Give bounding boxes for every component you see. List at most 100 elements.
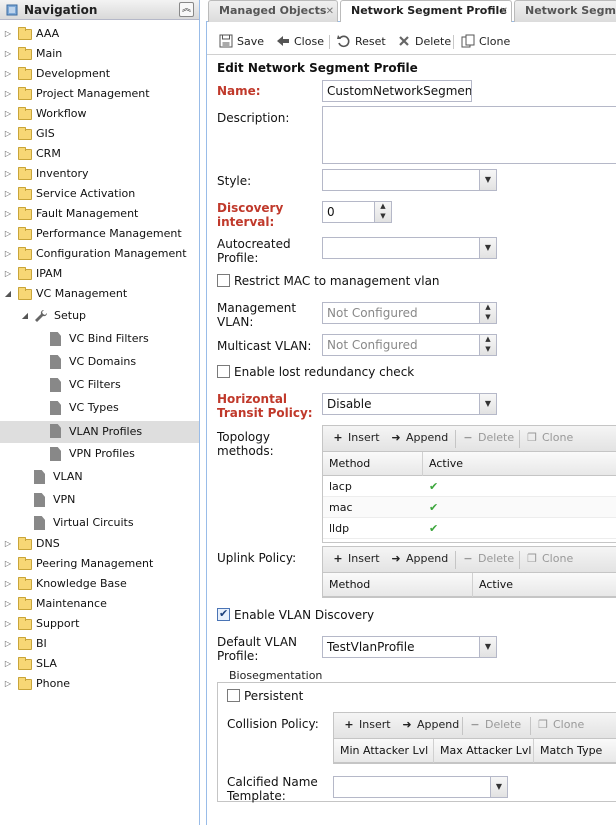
delete-button[interactable]: Delete xyxy=(397,33,451,51)
nav-item-inventory[interactable]: ▷ Inventory xyxy=(0,164,199,184)
column-header-min-attacker-lvl[interactable]: Min Attacker Lvl xyxy=(334,739,434,763)
close-icon[interactable]: ✕ xyxy=(326,2,334,22)
nav-item-dns[interactable]: ▷ DNS xyxy=(0,534,199,554)
expand-arrow-icon[interactable]: ▷ xyxy=(3,574,13,594)
nav-item-vlan-profiles[interactable]: VLAN Profiles xyxy=(0,421,199,443)
spinner-arrows[interactable]: ▲ ▼ xyxy=(479,303,496,323)
spin-down-icon[interactable]: ▼ xyxy=(480,345,496,355)
nav-item-phone[interactable]: ▷ Phone xyxy=(0,674,199,694)
nav-item-sla[interactable]: ▷ SLA xyxy=(0,654,199,674)
nav-item-setup[interactable]: ◢ Setup xyxy=(0,306,199,326)
default-vlan-profile-combo[interactable]: TestVlanProfile ▼ xyxy=(322,636,497,658)
chevron-down-icon[interactable]: ▼ xyxy=(490,777,507,797)
nav-item-vc-types[interactable]: VC Types xyxy=(0,398,199,418)
checkbox-box[interactable] xyxy=(217,365,230,378)
nav-item-bi[interactable]: ▷ BI xyxy=(0,634,199,654)
column-header-max-attacker-lvl[interactable]: Max Attacker Lvl xyxy=(434,739,534,763)
expand-arrow-icon[interactable]: ▷ xyxy=(3,594,13,614)
spin-up-icon[interactable]: ▲ xyxy=(480,303,496,313)
nav-item-vlan[interactable]: VLAN xyxy=(0,467,199,487)
expand-arrow-icon[interactable]: ▷ xyxy=(3,264,13,284)
insert-button[interactable]: + Insert xyxy=(331,552,379,566)
column-header-method[interactable]: Method xyxy=(323,452,423,476)
close-icon[interactable]: ✕ xyxy=(500,2,508,22)
nav-item-development[interactable]: ▷ Development xyxy=(0,64,199,84)
collapse-navigation-button[interactable]: ︽ xyxy=(179,2,194,17)
expand-arrow-icon[interactable]: ▷ xyxy=(3,674,13,694)
nav-item-vc-bind-filters[interactable]: VC Bind Filters xyxy=(0,329,199,349)
tab-network-segment[interactable]: Network Segme xyxy=(514,0,616,22)
expand-arrow-icon[interactable]: ▷ xyxy=(3,654,13,674)
expand-arrow-icon[interactable]: ▷ xyxy=(3,614,13,634)
expand-arrow-icon[interactable]: ▷ xyxy=(3,534,13,554)
nav-item-configuration-management[interactable]: ▷ Configuration Management xyxy=(0,244,199,264)
checkbox-box[interactable] xyxy=(217,274,230,287)
nav-item-vc-domains[interactable]: VC Domains xyxy=(0,352,199,372)
nav-item-crm[interactable]: ▷ CRM xyxy=(0,144,199,164)
table-row[interactable]: mac ✔ xyxy=(323,497,616,518)
column-header-active[interactable]: Active xyxy=(423,452,616,476)
management-vlan-spinner[interactable]: Not Configured ▲ ▼ xyxy=(322,302,497,324)
nav-item-project-management[interactable]: ▷ Project Management xyxy=(0,84,199,104)
expand-arrow-icon[interactable]: ▷ xyxy=(3,244,13,264)
expand-arrow-icon[interactable]: ▷ xyxy=(3,84,13,104)
delete-row-button[interactable]: − Delete xyxy=(461,552,514,566)
reset-button[interactable]: Reset xyxy=(337,33,386,51)
save-button[interactable]: Save xyxy=(219,33,264,51)
insert-button[interactable]: + Insert xyxy=(342,718,390,732)
tab-managed-objects[interactable]: Managed Objects ✕ xyxy=(208,0,338,22)
expand-arrow-icon[interactable]: ▷ xyxy=(3,44,13,64)
restrict-mac-checkbox[interactable]: Restrict MAC to management vlan xyxy=(217,274,440,290)
spinner-arrows[interactable]: ▲ ▼ xyxy=(479,335,496,355)
nav-item-vc-management[interactable]: ◢ VC Management xyxy=(0,284,199,304)
expand-arrow-icon[interactable]: ▷ xyxy=(3,64,13,84)
chevron-down-icon[interactable]: ▼ xyxy=(479,170,496,190)
nav-item-fault-management[interactable]: ▷ Fault Management xyxy=(0,204,199,224)
clone-row-button[interactable]: ❐ Clone xyxy=(525,431,573,445)
nav-item-gis[interactable]: ▷ GIS xyxy=(0,124,199,144)
clone-button[interactable]: Clone xyxy=(461,33,510,51)
spin-up-icon[interactable]: ▲ xyxy=(375,202,391,212)
nav-item-ipam[interactable]: ▷ IPAM xyxy=(0,264,199,284)
description-textarea[interactable] xyxy=(322,106,616,164)
nav-item-peering-management[interactable]: ▷ Peering Management xyxy=(0,554,199,574)
multicast-vlan-spinner[interactable]: Not Configured ▲ ▼ xyxy=(322,334,497,356)
spin-up-icon[interactable]: ▲ xyxy=(480,335,496,345)
nav-item-knowledge-base[interactable]: ▷ Knowledge Base xyxy=(0,574,199,594)
spinner-arrows[interactable]: ▲ ▼ xyxy=(374,202,391,222)
column-header-match-type[interactable]: Match Type xyxy=(534,739,616,763)
checkbox-box[interactable] xyxy=(227,689,240,702)
expand-arrow-icon[interactable]: ▷ xyxy=(3,164,13,184)
expand-arrow-icon[interactable]: ▷ xyxy=(3,24,13,44)
append-button[interactable]: ➜ Append xyxy=(400,718,459,732)
lost-redundancy-checkbox[interactable]: Enable lost redundancy check xyxy=(217,365,414,381)
horizontal-transit-policy-combo[interactable]: Disable ▼ xyxy=(322,393,497,415)
expand-arrow-icon[interactable]: ▷ xyxy=(3,124,13,144)
nav-item-vpn[interactable]: VPN xyxy=(0,490,199,510)
discovery-interval-spinner[interactable]: 0 ▲ ▼ xyxy=(322,201,392,223)
spin-down-icon[interactable]: ▼ xyxy=(375,212,391,222)
table-row[interactable]: lacp ✔ xyxy=(323,476,616,497)
column-header-active[interactable]: Active xyxy=(473,573,616,597)
chevron-down-icon[interactable]: ▼ xyxy=(479,637,496,657)
autocreated-profile-combo[interactable]: ▼ xyxy=(322,237,497,259)
clone-row-button[interactable]: ❐ Clone xyxy=(525,552,573,566)
nav-item-performance-management[interactable]: ▷ Performance Management xyxy=(0,224,199,244)
expand-arrow-icon[interactable]: ▷ xyxy=(3,634,13,654)
append-button[interactable]: ➜ Append xyxy=(389,552,448,566)
expand-arrow-icon[interactable]: ▷ xyxy=(3,184,13,204)
calcified-name-template-combo[interactable]: ▼ xyxy=(333,776,508,798)
nav-item-maintenance[interactable]: ▷ Maintenance xyxy=(0,594,199,614)
collapse-arrow-icon[interactable]: ◢ xyxy=(20,306,30,326)
spin-down-icon[interactable]: ▼ xyxy=(480,313,496,323)
append-button[interactable]: ➜ Append xyxy=(389,431,448,445)
style-combo[interactable]: ▼ xyxy=(322,169,497,191)
expand-arrow-icon[interactable]: ▷ xyxy=(3,204,13,224)
nav-item-support[interactable]: ▷ Support xyxy=(0,614,199,634)
delete-row-button[interactable]: − Delete xyxy=(468,718,521,732)
tab-network-segment-profile[interactable]: Network Segment Profile ✕ xyxy=(340,0,512,23)
name-input[interactable]: CustomNetworkSegmentPr xyxy=(322,80,472,102)
clone-row-button[interactable]: ❐ Clone xyxy=(536,718,584,732)
table-row[interactable]: lldp ✔ xyxy=(323,518,616,539)
nav-item-workflow[interactable]: ▷ Workflow xyxy=(0,104,199,124)
